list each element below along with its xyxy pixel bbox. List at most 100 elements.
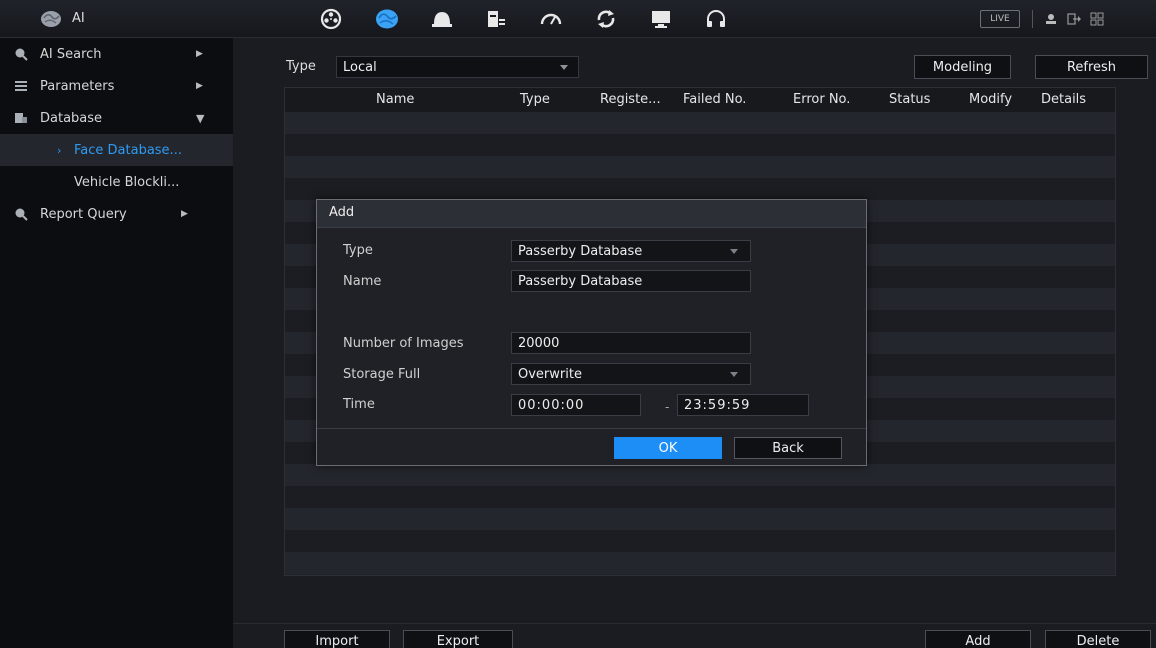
logout-icon[interactable]	[1066, 11, 1082, 27]
chevron-down-icon: ▼	[196, 111, 205, 125]
sidebar-item-label: AI Search	[40, 46, 102, 62]
modeling-button[interactable]: Modeling	[914, 55, 1011, 79]
dialog-footer-divider	[317, 428, 866, 429]
import-button[interactable]: Import	[284, 630, 390, 648]
chevron-right-icon: ▶	[196, 49, 203, 59]
database-name-value: Passerby Database	[518, 273, 643, 289]
dialog-header: Add	[317, 200, 866, 228]
table-row[interactable]	[285, 464, 1115, 486]
table-row[interactable]	[285, 552, 1115, 574]
column-header-type[interactable]: Type	[520, 92, 550, 107]
table-row[interactable]	[285, 486, 1115, 508]
sidebar-item-report-query[interactable]: Report Query ▶	[0, 198, 233, 230]
headset-icon	[707, 10, 725, 27]
number-of-images-input[interactable]: 20000	[511, 332, 751, 354]
end-time-input[interactable]: 23:59:59	[677, 394, 809, 416]
time-range-separator: -	[665, 400, 670, 414]
display-nav-button[interactable]	[638, 5, 684, 33]
add-button[interactable]: Add	[925, 630, 1031, 648]
sidebar-subitem-face-database[interactable]: › Face Database...	[0, 134, 233, 166]
sidebar-item-label: Database	[40, 110, 103, 126]
speedometer-icon	[540, 13, 562, 25]
app-title: AI	[72, 11, 85, 26]
back-button[interactable]: Back	[734, 437, 842, 459]
table-row[interactable]	[285, 530, 1115, 552]
table-row[interactable]	[285, 156, 1115, 178]
column-header-status[interactable]: Status	[889, 92, 930, 107]
type-filter-label: Type	[286, 59, 316, 74]
sidebar: AI Search ▶ Parameters ▶ Database ▼ › Fa…	[0, 38, 233, 648]
type-filter-value: Local	[343, 59, 377, 75]
camera-dome-icon	[432, 12, 452, 27]
database-type-select[interactable]: Passerby Database	[511, 240, 751, 262]
column-header-name[interactable]: Name	[376, 92, 414, 107]
refresh-button[interactable]: Refresh	[1035, 55, 1148, 79]
database-type-label: Type	[343, 243, 373, 258]
chevron-down-icon	[560, 65, 568, 70]
ai-brain-icon	[376, 9, 398, 29]
camera-nav-button[interactable]	[419, 5, 465, 33]
table-row[interactable]	[285, 112, 1115, 134]
ok-button[interactable]: OK	[614, 437, 722, 459]
sidebar-item-label: Report Query	[40, 206, 127, 222]
monitor-icon	[652, 11, 670, 28]
sidebar-item-ai-search[interactable]: AI Search ▶	[0, 38, 233, 70]
storage-icon	[488, 11, 505, 27]
table-row[interactable]	[285, 134, 1115, 156]
table-header: Name Type Registe... Failed No. Error No…	[285, 88, 1115, 112]
sidebar-subitem-vehicle-blocklist[interactable]: Vehicle Blockli...	[0, 166, 233, 198]
chevron-right-icon: ▶	[181, 209, 188, 219]
export-button[interactable]: Export	[403, 630, 513, 648]
dialog-title: Add	[329, 205, 355, 220]
sidebar-item-parameters[interactable]: Parameters ▶	[0, 70, 233, 102]
list-icon	[15, 81, 27, 91]
sidebar-item-label: Parameters	[40, 78, 115, 94]
number-of-images-value: 20000	[518, 335, 560, 351]
user-icon[interactable]	[1043, 11, 1059, 27]
performance-nav-button[interactable]	[528, 5, 574, 33]
playback-nav-button[interactable]	[308, 5, 354, 33]
number-of-images-label: Number of Images	[343, 336, 464, 351]
type-filter-select[interactable]: Local	[336, 56, 579, 78]
column-header-error-no[interactable]: Error No.	[793, 92, 850, 107]
chevron-down-icon	[730, 372, 738, 377]
add-database-dialog: Add Type Passerby Database Name Passerby…	[316, 199, 867, 466]
database-icon	[15, 113, 27, 123]
table-row[interactable]	[285, 508, 1115, 530]
storage-full-label: Storage Full	[343, 367, 421, 382]
table-row[interactable]	[285, 178, 1115, 200]
storage-nav-button[interactable]	[473, 5, 519, 33]
top-separator	[1032, 10, 1033, 28]
end-time-value: 23:59:59	[684, 397, 751, 413]
database-type-value: Passerby Database	[518, 243, 643, 259]
sync-nav-button[interactable]	[583, 5, 629, 33]
start-time-input[interactable]: 00:00:00	[511, 394, 641, 416]
chevron-right-icon: ▶	[196, 81, 203, 91]
column-header-modify[interactable]: Modify	[969, 92, 1012, 107]
sidebar-item-database[interactable]: Database ▼	[0, 102, 233, 134]
column-header-failed-no[interactable]: Failed No.	[683, 92, 746, 107]
refresh-sync-icon	[597, 10, 615, 28]
ai-nav-button[interactable]	[364, 5, 410, 33]
live-button[interactable]: LIVE	[980, 10, 1020, 28]
column-header-registered[interactable]: Registe...	[600, 92, 661, 107]
ai-search-icon	[15, 48, 28, 61]
audio-nav-button[interactable]	[693, 5, 739, 33]
chevron-right-icon: ›	[57, 143, 62, 157]
storage-full-value: Overwrite	[518, 366, 582, 382]
column-header-details[interactable]: Details	[1041, 92, 1086, 107]
bottom-divider	[233, 623, 1156, 624]
sidebar-subitem-label: Face Database...	[74, 142, 182, 158]
delete-button[interactable]: Delete	[1045, 630, 1151, 648]
top-bar: AI LIVE	[0, 0, 1156, 38]
report-query-icon	[15, 208, 28, 221]
storage-full-select[interactable]: Overwrite	[511, 363, 751, 385]
sidebar-subitem-label: Vehicle Blockli...	[74, 174, 180, 190]
film-reel-icon	[320, 8, 342, 30]
time-label: Time	[343, 397, 375, 412]
start-time-value: 00:00:00	[518, 397, 585, 413]
grid-menu-icon[interactable]	[1089, 11, 1105, 27]
ai-brain-icon	[41, 11, 61, 27]
chevron-down-icon	[730, 249, 738, 254]
database-name-input[interactable]: Passerby Database	[511, 270, 751, 292]
